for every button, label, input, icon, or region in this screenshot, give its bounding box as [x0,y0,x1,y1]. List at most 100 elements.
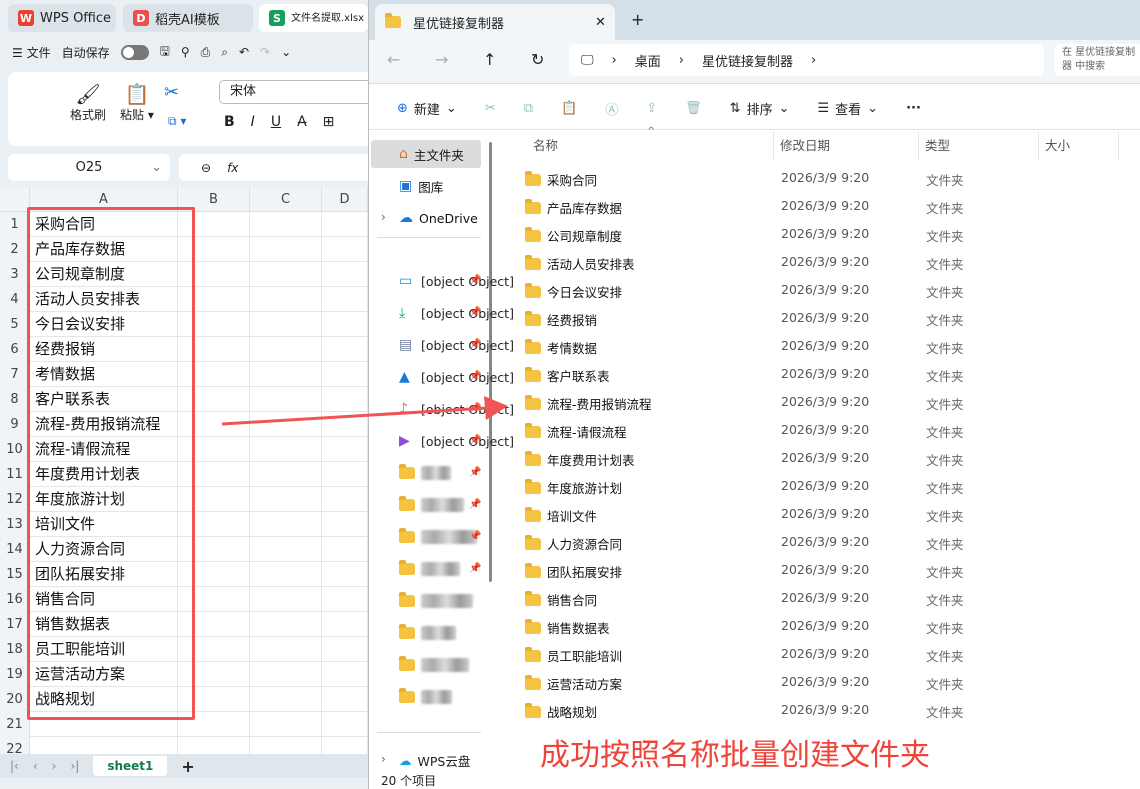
row-number[interactable]: 12 [0,487,30,512]
tab-docer[interactable]: D 稻壳AI模板 [123,4,253,32]
sidebar-item-redacted[interactable] [399,619,456,647]
breadcrumb-desktop[interactable]: 桌面 [635,51,661,70]
row-number[interactable]: 5 [0,312,30,337]
sidebar-item[interactable]: ▤ [object Object] [399,331,514,359]
close-icon[interactable]: ✕ [595,15,606,30]
copy-icon[interactable]: ⧉ [510,101,547,116]
row-number[interactable]: 13 [0,512,30,537]
up-icon[interactable]: ↑ [483,50,496,69]
row-number[interactable]: 19 [0,662,30,687]
zoom-icon[interactable]: ⊖ [201,161,211,175]
first-sheet-icon[interactable]: |‹ [10,759,19,773]
sidebar-item[interactable]: ▶ [object Object] [399,427,514,455]
file-row[interactable]: 运营活动方案 2026/3/9 9:20 文件夹 [499,667,1140,695]
row-number[interactable]: 7 [0,362,30,387]
redo-icon[interactable]: ↷ [260,45,270,59]
sidebar-item-home[interactable]: ⌂ 主文件夹 [371,140,481,168]
file-row[interactable]: 销售合同 2026/3/9 9:20 文件夹 [499,583,1140,611]
chevron-right-icon[interactable]: › [381,210,386,224]
refresh-icon[interactable]: ↻ [531,50,544,69]
search-input[interactable]: 在 星优链接复制器 中搜索 [1054,44,1140,76]
paste-icon[interactable]: 📋 [547,101,591,116]
row-number[interactable]: 4 [0,287,30,312]
sidebar-item[interactable]: ▭ [object Object] [399,267,514,295]
tab-spreadsheet[interactable]: S 文件名提取.xlsx [259,4,368,32]
autosave-toggle[interactable] [120,44,149,60]
file-row[interactable]: 培训文件 2026/3/9 9:20 文件夹 [499,499,1140,527]
row-number[interactable]: 8 [0,387,30,412]
sidebar-item-redacted[interactable] [399,587,473,615]
sidebar-item-onedrive[interactable]: ☁ OneDrive [399,204,478,232]
italic-button[interactable]: I [251,114,255,130]
copy-icon[interactable]: ⧉ ▾ [168,114,186,129]
row-number[interactable]: 2 [0,237,30,262]
back-icon[interactable]: ← [387,50,400,69]
file-row[interactable]: 今日会议安排 2026/3/9 9:20 文件夹 [499,275,1140,303]
row-number[interactable]: 9 [0,412,30,437]
row-number[interactable]: 6 [0,337,30,362]
add-sheet-button[interactable]: + [181,757,194,776]
column-header[interactable]: C [250,187,322,212]
sidebar-item-redacted[interactable] [399,491,464,519]
sidebar-item-redacted[interactable] [399,683,452,711]
file-row[interactable]: 年度费用计划表 2026/3/9 9:20 文件夹 [499,443,1140,471]
row-number[interactable]: 3 [0,262,30,287]
row-number[interactable]: 11 [0,462,30,487]
border-icon[interactable]: ⊞ [323,114,335,130]
sidebar-item-redacted[interactable] [399,651,469,679]
more-button[interactable]: ··· [892,101,935,116]
column-header-0[interactable]: 名称 [499,132,774,160]
file-row[interactable]: 人力资源合同 2026/3/9 9:20 文件夹 [499,527,1140,555]
chevron-right-icon[interactable]: › [381,752,386,766]
file-row[interactable]: 流程-费用报销流程 2026/3/9 9:20 文件夹 [499,387,1140,415]
file-row[interactable]: 团队拓展安排 2026/3/9 9:20 文件夹 [499,555,1140,583]
tab-wps-office[interactable]: W WPS Office [8,4,116,32]
row-number[interactable]: 18 [0,637,30,662]
name-box[interactable]: O25 ⌄ [8,154,170,181]
cut-icon[interactable]: ✂ [164,82,179,103]
sidebar-item[interactable]: ⤓ [object Object] [399,299,514,327]
explorer-tab[interactable]: 星优链接复制器 ✕ [375,4,615,40]
rename-icon[interactable]: Ⓐ [591,99,632,118]
column-header-2[interactable]: 类型 [919,132,1039,160]
save-icon[interactable]: 🖫 [160,42,170,63]
column-header-1[interactable]: 修改日期 [774,132,919,160]
new-tab-button[interactable]: + [631,10,644,29]
strikethrough-icon[interactable]: A̶ [297,114,307,130]
delete-icon[interactable]: 🗑 [671,101,716,116]
file-row[interactable]: 考情数据 2026/3/9 9:20 文件夹 [499,331,1140,359]
sidebar-item-redacted[interactable] [399,523,477,551]
prev-sheet-icon[interactable]: ‹ [33,759,38,773]
file-row[interactable]: 战略规划 2026/3/9 9:20 文件夹 [499,695,1140,723]
last-sheet-icon[interactable]: ›| [70,759,79,773]
font-select[interactable]: 宋体 [219,80,368,104]
paste-button[interactable]: 📋 粘贴 ▾ [120,82,154,123]
file-row[interactable]: 经费报销 2026/3/9 9:20 文件夹 [499,303,1140,331]
row-number[interactable]: 14 [0,537,30,562]
corner-cell[interactable] [0,187,30,212]
breadcrumb[interactable]: 🖵 › 桌面 › 星优链接复制器 › [569,44,1044,76]
row-number[interactable]: 1 [0,212,30,237]
undo-icon[interactable]: ↶ [239,45,249,59]
row-number[interactable]: 15 [0,562,30,587]
next-sheet-icon[interactable]: › [52,759,57,773]
chevron-down-icon[interactable]: ⌄ [281,45,291,59]
menu-button[interactable]: ☰ 文件 [12,44,51,61]
new-button[interactable]: ⊕ 新建 ⌄ [383,99,471,118]
file-row[interactable]: 采购合同 2026/3/9 9:20 文件夹 [499,163,1140,191]
forward-icon[interactable]: → [435,50,448,69]
file-row[interactable]: 年度旅游计划 2026/3/9 9:20 文件夹 [499,471,1140,499]
row-number[interactable]: 20 [0,687,30,712]
format-painter-button[interactable]: 🖌 格式刷 [70,82,106,123]
link-icon[interactable]: ⚲ [181,45,190,59]
file-row[interactable]: 流程-请假流程 2026/3/9 9:20 文件夹 [499,415,1140,443]
row-number[interactable]: 16 [0,587,30,612]
file-row[interactable]: 客户联系表 2026/3/9 9:20 文件夹 [499,359,1140,387]
file-row[interactable]: 销售数据表 2026/3/9 9:20 文件夹 [499,611,1140,639]
file-row[interactable]: 活动人员安排表 2026/3/9 9:20 文件夹 [499,247,1140,275]
sidebar-scrollbar[interactable] [489,142,492,582]
sidebar-item[interactable]: ▲ [object Object] [399,363,514,391]
column-header-3[interactable]: 大小 [1039,132,1119,160]
cut-icon[interactable]: ✂ [471,101,510,116]
print-icon[interactable]: ⎙ [201,45,211,60]
